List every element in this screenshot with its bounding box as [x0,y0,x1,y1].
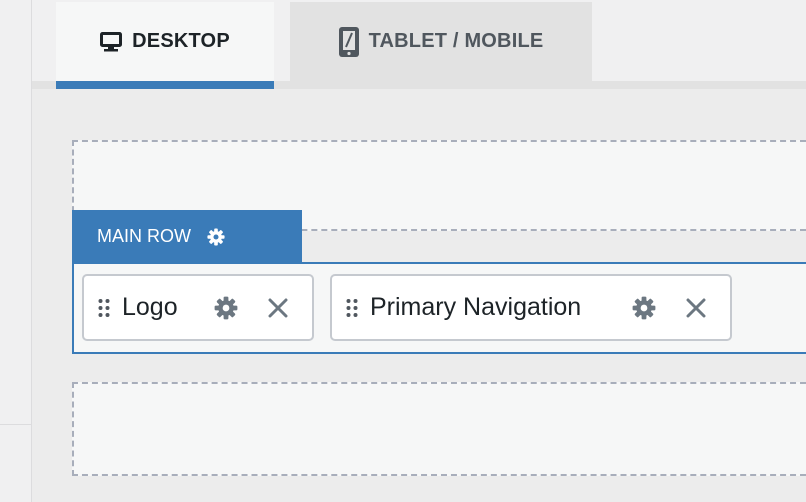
left-panel [0,0,32,502]
gear-icon[interactable] [630,294,658,322]
left-panel-divider [0,424,31,425]
tab-desktop[interactable]: DESKTOP [56,2,274,89]
main-row-tab[interactable]: MAIN ROW [72,210,302,263]
logo-item[interactable]: Logo [82,274,314,341]
device-tabs: DESKTOP TABLET / MOBILE [32,0,806,89]
gear-icon[interactable] [207,227,225,246]
item-label: Primary Navigation [370,293,582,321]
tab-tablet-mobile-label: TABLET / MOBILE [368,30,544,52]
main-row-label: MAIN ROW [97,226,191,246]
primary-navigation-item[interactable]: Primary Navigation [330,274,732,341]
bottom-row-dropzone[interactable] [72,382,806,476]
drag-handle-icon[interactable] [98,298,110,318]
close-icon[interactable] [682,294,710,322]
drag-handle-icon[interactable] [346,298,358,318]
close-icon[interactable] [264,294,292,322]
tab-desktop-label: DESKTOP [132,30,230,52]
item-label: Logo [122,293,178,321]
active-tab-indicator [56,81,274,89]
tab-tablet-mobile[interactable]: TABLET / MOBILE [290,2,592,81]
header-builder: DESKTOP TABLET / MOBILE MAIN ROW Logo Pr… [32,0,806,502]
tablet-icon [338,26,359,57]
gear-icon[interactable] [212,294,240,322]
desktop-icon [100,31,123,52]
